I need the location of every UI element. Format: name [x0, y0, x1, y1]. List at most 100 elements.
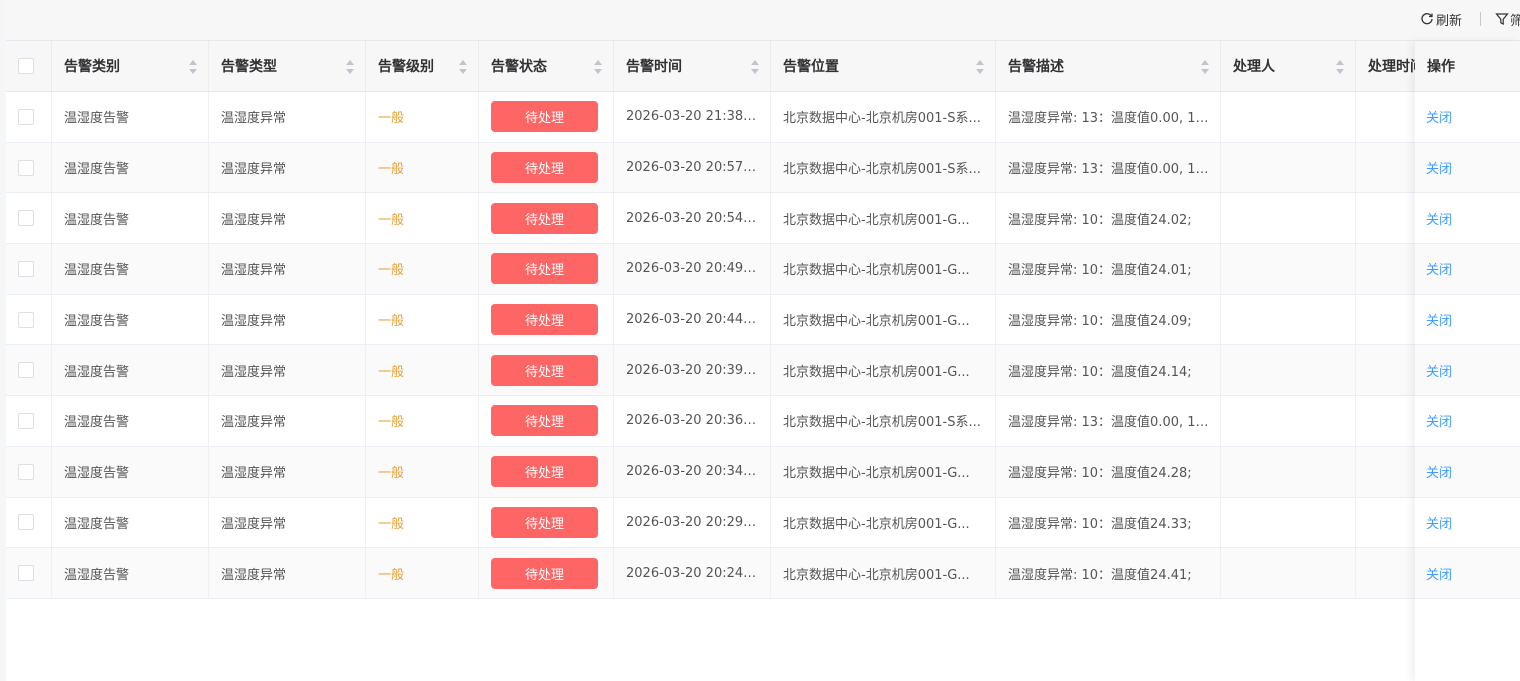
cell-description-text: 温湿度异常: 10：温度值24.01;	[1008, 263, 1192, 279]
cell-time: 2026-03-20 20:29:19	[614, 497, 771, 548]
status-badge[interactable]: 待处理	[491, 506, 598, 538]
action-cell: 关闭	[1415, 498, 1520, 549]
cell-level-text: 一般	[378, 314, 405, 330]
close-alarm-link[interactable]: 关闭	[1426, 310, 1452, 329]
close-alarm-link[interactable]: 关闭	[1426, 158, 1452, 177]
sort-caret-icon[interactable]	[188, 59, 198, 75]
select-all-checkbox[interactable]	[18, 58, 34, 74]
row-checkbox[interactable]	[18, 159, 34, 176]
row-select-cell	[6, 497, 52, 548]
header-description[interactable]: 告警描述	[996, 41, 1221, 91]
table-row[interactable]: 温湿度告警 温湿度异常 一般 待处理 2026-03-20 20:29:19 北京数据中心…	[6, 497, 1520, 549]
table-row[interactable]: 温湿度告警 温湿度异常 一般 待处理 2026-03-20 20:36:12 北京数据中心…	[6, 396, 1520, 447]
status-badge[interactable]: 待处理	[491, 354, 598, 386]
cell-time: 2026-03-20 20:34:19	[614, 446, 771, 497]
close-alarm-link[interactable]: 关闭	[1426, 411, 1452, 430]
cell-type: 温湿度异常	[209, 92, 366, 142]
action-cell: 关闭	[1415, 295, 1520, 346]
row-checkbox[interactable]	[18, 565, 34, 582]
close-alarm-link[interactable]: 关闭	[1426, 259, 1452, 278]
cell-description-text: 温湿度异常: 10：温度值24.33;	[1008, 516, 1192, 532]
row-checkbox[interactable]	[18, 210, 34, 227]
header-level[interactable]: 告警级别	[366, 41, 479, 91]
table-row[interactable]: 温湿度告警 温湿度异常 一般 待处理 2026-03-20 20:39:19 北京数据中心…	[6, 345, 1520, 397]
cell-time-text: 2026-03-20 20:36:12	[626, 413, 765, 429]
status-badge[interactable]: 待处理	[491, 456, 598, 488]
table-row[interactable]: 温湿度告警 温湿度异常 一般 待处理 2026-03-20 21:38:35 北京数据中心…	[6, 92, 1520, 143]
filter-button[interactable]: 筛选	[1495, 10, 1520, 28]
cell-handler	[1221, 497, 1356, 548]
cell-time-text: 2026-03-20 20:24:18	[626, 565, 765, 581]
row-checkbox[interactable]	[18, 514, 34, 531]
cell-type: 温湿度异常	[209, 345, 366, 396]
cell-level-text: 一般	[378, 263, 405, 279]
cell-description-text: 温湿度异常: 13：温度值0.00, 14...	[1008, 111, 1217, 127]
table-row[interactable]: 温湿度告警 温湿度异常 一般 待处理 2026-03-20 20:57:34 北京数据中心…	[6, 142, 1520, 194]
row-checkbox[interactable]	[18, 362, 34, 379]
cell-time-text: 2026-03-20 20:39:19	[626, 362, 765, 378]
cell-level-text: 一般	[378, 212, 405, 228]
close-alarm-link[interactable]: 关闭	[1426, 513, 1452, 532]
sort-caret-icon[interactable]	[975, 59, 985, 75]
header-handler[interactable]: 处理人	[1221, 41, 1356, 91]
cell-category-text: 温湿度告警	[64, 516, 130, 532]
row-checkbox[interactable]	[18, 311, 34, 328]
cell-category-text: 温湿度告警	[64, 314, 130, 330]
close-alarm-link[interactable]: 关闭	[1426, 564, 1452, 583]
table-row[interactable]: 温湿度告警 温湿度异常 一般 待处理 2026-03-20 20:24:18 北京数据中心…	[6, 548, 1520, 599]
action-cell: 关闭	[1415, 193, 1520, 245]
table-row[interactable]: 温湿度告警 温湿度异常 一般 待处理 2026-03-20 20:44:19 北京数据中心…	[6, 294, 1520, 346]
status-badge[interactable]: 待处理	[491, 405, 598, 437]
cell-location: 北京数据中心-北京机房001-S系...	[771, 142, 996, 193]
header-location[interactable]: 告警位置	[771, 41, 996, 91]
status-badge[interactable]: 待处理	[491, 152, 598, 184]
refresh-button[interactable]: 刷新	[1420, 10, 1462, 29]
select-all-cell	[6, 41, 52, 91]
action-cell: 关闭	[1415, 244, 1520, 295]
cell-level: 一般	[366, 142, 479, 193]
sort-caret-icon[interactable]	[458, 59, 468, 75]
cell-type-text: 温湿度异常	[221, 162, 287, 178]
cell-description-text: 温湿度异常: 13：温度值0.00, 14...	[1008, 415, 1217, 431]
status-badge[interactable]: 待处理	[491, 202, 598, 234]
status-badge[interactable]: 待处理	[491, 253, 598, 285]
cell-level-text: 一般	[378, 111, 405, 127]
row-checkbox[interactable]	[18, 108, 34, 125]
row-checkbox[interactable]	[18, 463, 34, 480]
row-checkbox[interactable]	[18, 412, 34, 429]
header-status-label: 告警状态	[491, 59, 547, 75]
sort-caret-icon[interactable]	[1200, 59, 1210, 75]
cell-status: 待处理	[479, 142, 614, 193]
action-cell: 关闭	[1415, 92, 1520, 143]
row-checkbox[interactable]	[18, 260, 34, 277]
cell-type: 温湿度异常	[209, 446, 366, 497]
close-alarm-link[interactable]: 关闭	[1426, 361, 1452, 380]
close-alarm-link[interactable]: 关闭	[1426, 209, 1452, 228]
header-time-label: 告警时间	[626, 59, 682, 75]
status-badge[interactable]: 待处理	[491, 101, 598, 133]
sort-caret-icon[interactable]	[345, 59, 355, 75]
table-row[interactable]: 温湿度告警 温湿度异常 一般 待处理 2026-03-20 20:34:19 北京数据中心…	[6, 446, 1520, 498]
close-alarm-link[interactable]: 关闭	[1426, 107, 1452, 126]
header-time[interactable]: 告警时间	[614, 41, 771, 91]
action-column-body: 关闭 关闭 关闭 关闭 关闭 关闭 关闭 关闭 关闭 关闭	[1415, 92, 1520, 599]
alarm-table: 告警类别 告警类型 告警级别 告警状态 告警时间 告警位置 告警描述 处理人 处…	[6, 41, 1520, 599]
cell-description: 温湿度异常: 10：温度值24.33;	[996, 497, 1221, 548]
status-badge[interactable]: 待处理	[491, 557, 598, 589]
table-row[interactable]: 温湿度告警 温湿度异常 一般 待处理 2026-03-20 20:49:20 北京数据中心…	[6, 244, 1520, 295]
cell-time-text: 2026-03-20 20:34:19	[626, 464, 765, 480]
table-header: 告警类别 告警类型 告警级别 告警状态 告警时间 告警位置 告警描述 处理人 处…	[6, 41, 1520, 92]
header-type[interactable]: 告警类型	[209, 41, 366, 91]
cell-category: 温湿度告警	[52, 294, 209, 345]
cell-level-text: 一般	[378, 516, 405, 532]
sort-caret-icon[interactable]	[1335, 59, 1345, 75]
header-category[interactable]: 告警类别	[52, 41, 209, 91]
sort-caret-icon[interactable]	[593, 59, 603, 75]
cell-category: 温湿度告警	[52, 396, 209, 446]
status-badge[interactable]: 待处理	[491, 304, 598, 336]
table-row[interactable]: 温湿度告警 温湿度异常 一般 待处理 2026-03-20 20:54:19 北京数据中心…	[6, 193, 1520, 245]
header-status[interactable]: 告警状态	[479, 41, 614, 91]
sort-caret-icon[interactable]	[750, 59, 760, 75]
close-alarm-link[interactable]: 关闭	[1426, 462, 1452, 481]
cell-type: 温湿度异常	[209, 244, 366, 294]
